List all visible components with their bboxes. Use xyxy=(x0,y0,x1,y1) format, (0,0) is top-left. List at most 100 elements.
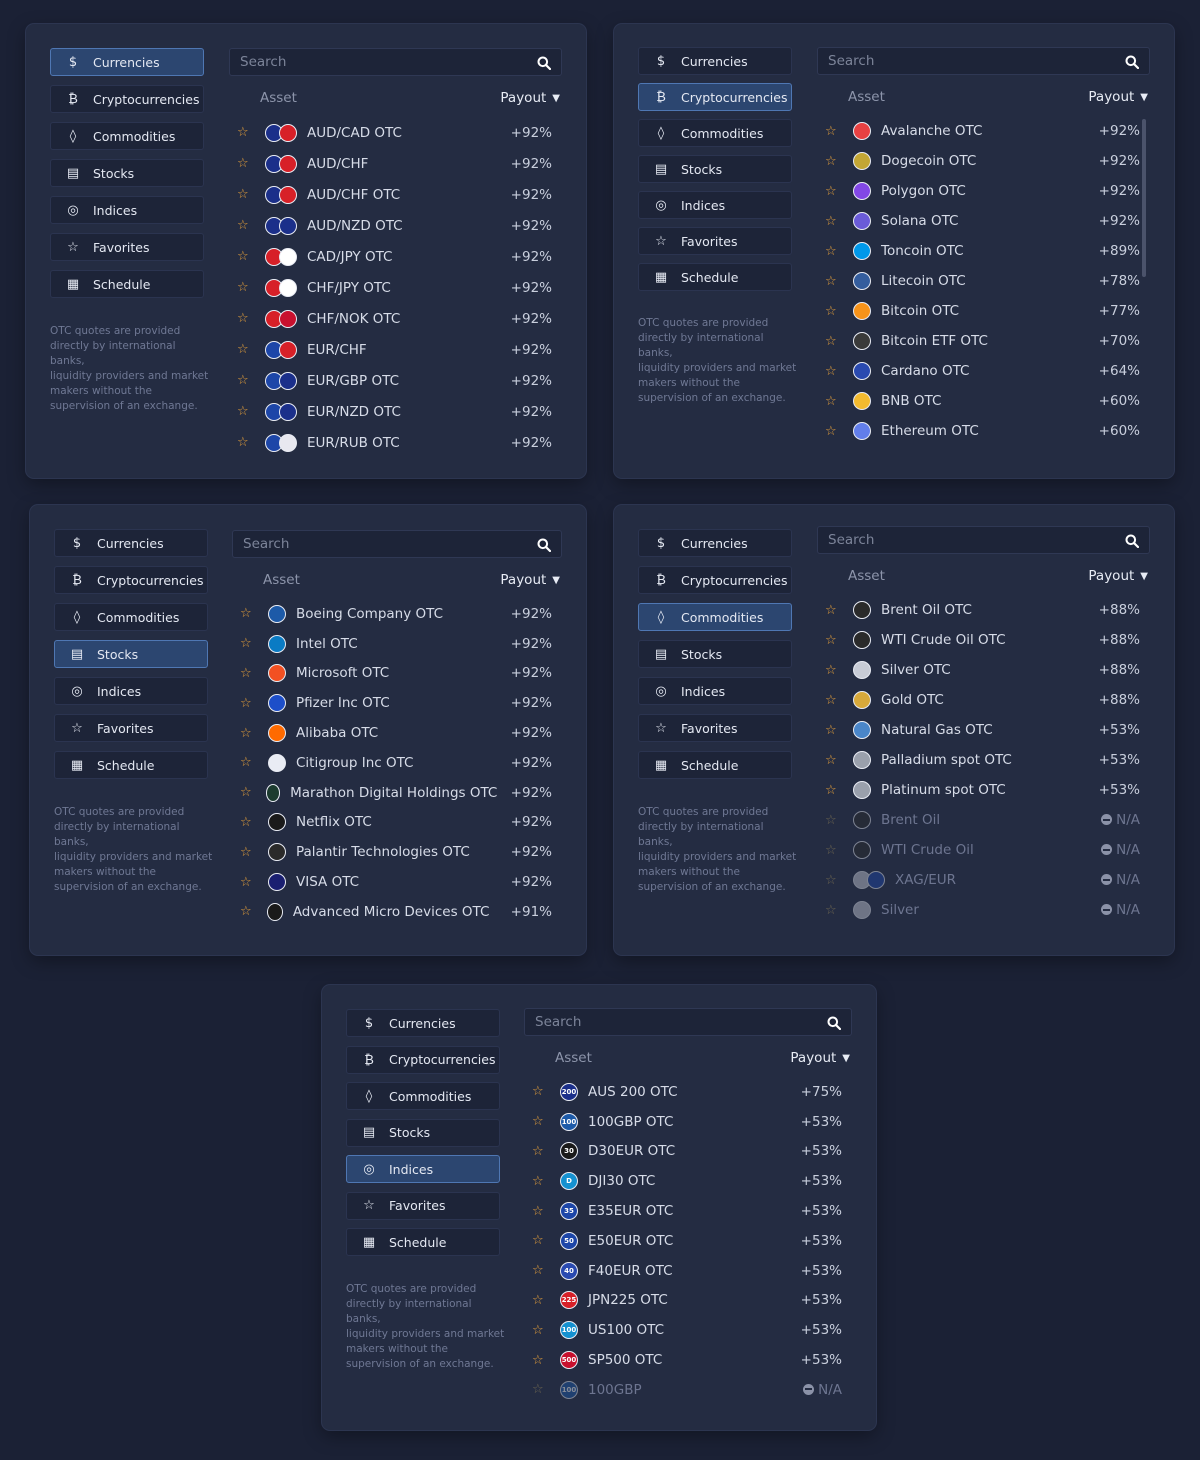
favorite-star-icon[interactable]: ☆ xyxy=(825,843,839,858)
favorite-star-icon[interactable]: ☆ xyxy=(825,903,839,918)
asset-row[interactable]: ☆ Toncoin OTC +89% xyxy=(817,236,1140,266)
asset-row[interactable]: ☆ 500 SP500 OTC +53% xyxy=(524,1345,842,1375)
favorite-star-icon[interactable]: ☆ xyxy=(532,1382,546,1397)
category-indices-button[interactable]: ◎ Indices xyxy=(50,196,204,224)
asset-row[interactable]: ☆ AUD/NZD OTC +92% xyxy=(229,210,552,241)
category-indices-button[interactable]: ◎ Indices xyxy=(638,191,792,219)
category-currencies-button[interactable]: $ Currencies xyxy=(54,529,208,557)
favorite-star-icon[interactable]: ☆ xyxy=(240,636,254,651)
asset-row[interactable]: ☆ 100 US100 OTC +53% xyxy=(524,1315,842,1345)
category-favorites-button[interactable]: ☆ Favorites xyxy=(638,227,792,255)
favorite-star-icon[interactable]: ☆ xyxy=(237,249,251,264)
asset-row[interactable]: ☆ Citigroup Inc OTC +92% xyxy=(232,748,552,778)
category-favorites-button[interactable]: ☆ Favorites xyxy=(50,233,204,261)
asset-row[interactable]: ☆ 200 AUS 200 OTC +75% xyxy=(524,1077,842,1107)
asset-row[interactable]: ☆ XAG/EUR N/A xyxy=(817,865,1140,895)
favorite-star-icon[interactable]: ☆ xyxy=(825,693,839,708)
favorite-star-icon[interactable]: ☆ xyxy=(532,1293,546,1308)
favorite-star-icon[interactable]: ☆ xyxy=(240,606,254,621)
asset-row[interactable]: ☆ Silver N/A xyxy=(817,895,1140,925)
asset-row[interactable]: ☆ WTI Crude Oil N/A xyxy=(817,835,1140,865)
favorite-star-icon[interactable]: ☆ xyxy=(825,184,839,199)
asset-row[interactable]: ☆ Bitcoin ETF OTC +70% xyxy=(817,326,1140,356)
favorite-star-icon[interactable]: ☆ xyxy=(240,815,254,830)
favorite-star-icon[interactable]: ☆ xyxy=(237,156,251,171)
asset-row[interactable]: ☆ 35 E35EUR OTC +53% xyxy=(524,1196,842,1226)
asset-row[interactable]: ☆ D DJI30 OTC +53% xyxy=(524,1166,842,1196)
asset-row[interactable]: ☆ EUR/GBP OTC +92% xyxy=(229,365,552,396)
favorite-star-icon[interactable]: ☆ xyxy=(825,274,839,289)
asset-row[interactable]: ☆ Brent Oil N/A xyxy=(817,805,1140,835)
favorite-star-icon[interactable]: ☆ xyxy=(237,404,251,419)
asset-row[interactable]: ☆ CHF/JPY OTC +92% xyxy=(229,272,552,303)
asset-row[interactable]: ☆ AUD/CAD OTC +92% xyxy=(229,117,552,148)
asset-row[interactable]: ☆ 100 100GBP OTC +53% xyxy=(524,1107,842,1137)
category-commodities-button[interactable]: ◊ Commodities xyxy=(638,119,792,147)
asset-row[interactable]: ☆ EUR/NZD OTC +92% xyxy=(229,396,552,427)
payout-sort-button[interactable]: Payout ▼ xyxy=(1088,89,1148,105)
search-icon[interactable] xyxy=(827,1015,842,1031)
asset-row[interactable]: ☆ Pfizer Inc OTC +92% xyxy=(232,688,552,718)
asset-row[interactable]: ☆ Advanced Micro Devices OTC +91% xyxy=(232,897,552,927)
category-commodities-button[interactable]: ◊ Commodities xyxy=(346,1082,500,1110)
category-cryptocurrencies-button[interactable]: ₿ Cryptocurrencies xyxy=(54,566,208,594)
search-box[interactable] xyxy=(817,47,1150,75)
favorite-star-icon[interactable]: ☆ xyxy=(532,1204,546,1219)
asset-row[interactable]: ☆ 30 D30EUR OTC +53% xyxy=(524,1137,842,1167)
asset-row[interactable]: ☆ Alibaba OTC +92% xyxy=(232,718,552,748)
asset-row[interactable]: ☆ Solana OTC +92% xyxy=(817,206,1140,236)
favorite-star-icon[interactable]: ☆ xyxy=(532,1263,546,1278)
category-schedule-button[interactable]: ▦ Schedule xyxy=(638,263,792,291)
favorite-star-icon[interactable]: ☆ xyxy=(237,342,251,357)
favorite-star-icon[interactable]: ☆ xyxy=(240,696,254,711)
favorite-star-icon[interactable]: ☆ xyxy=(825,364,839,379)
payout-sort-button[interactable]: Payout ▼ xyxy=(500,572,560,588)
favorite-star-icon[interactable]: ☆ xyxy=(240,904,253,919)
favorite-star-icon[interactable]: ☆ xyxy=(237,125,251,140)
category-favorites-button[interactable]: ☆ Favorites xyxy=(638,714,792,742)
category-schedule-button[interactable]: ▦ Schedule xyxy=(50,270,204,298)
favorite-star-icon[interactable]: ☆ xyxy=(532,1144,546,1159)
asset-row[interactable]: ☆ Netflix OTC +92% xyxy=(232,808,552,838)
search-input[interactable] xyxy=(233,531,561,557)
asset-row[interactable]: ☆ Dogecoin OTC +92% xyxy=(817,146,1140,176)
category-cryptocurrencies-button[interactable]: ₿ Cryptocurrencies xyxy=(638,83,792,111)
favorite-star-icon[interactable]: ☆ xyxy=(825,334,839,349)
category-favorites-button[interactable]: ☆ Favorites xyxy=(346,1191,500,1220)
category-indices-button[interactable]: ◎ Indices xyxy=(638,677,792,705)
category-stocks-button[interactable]: ▤ Stocks xyxy=(54,640,208,668)
favorite-star-icon[interactable]: ☆ xyxy=(825,214,839,229)
category-commodities-button[interactable]: ◊ Commodities xyxy=(638,603,792,631)
favorite-star-icon[interactable]: ☆ xyxy=(532,1114,546,1129)
asset-row[interactable]: ☆ WTI Crude Oil OTC +88% xyxy=(817,625,1140,655)
asset-row[interactable]: ☆ AUD/CHF +92% xyxy=(229,148,552,179)
payout-sort-button[interactable]: Payout ▼ xyxy=(1088,568,1148,584)
search-box[interactable] xyxy=(232,530,562,558)
asset-row[interactable]: ☆ 225 JPN225 OTC +53% xyxy=(524,1286,842,1316)
category-schedule-button[interactable]: ▦ Schedule xyxy=(54,751,208,779)
favorite-star-icon[interactable]: ☆ xyxy=(237,311,251,326)
category-cryptocurrencies-button[interactable]: ₿ Cryptocurrencies xyxy=(638,566,792,594)
asset-row[interactable]: ☆ Cardano OTC +64% xyxy=(817,356,1140,386)
category-currencies-button[interactable]: $ Currencies xyxy=(346,1009,500,1037)
asset-row[interactable]: ☆ Gold OTC +88% xyxy=(817,685,1140,715)
favorite-star-icon[interactable]: ☆ xyxy=(825,663,839,678)
asset-row[interactable]: ☆ EUR/RUB OTC +92% xyxy=(229,427,552,458)
asset-row[interactable]: ☆ Litecoin OTC +78% xyxy=(817,266,1140,296)
asset-row[interactable]: ☆ Avalanche OTC +92% xyxy=(817,116,1140,146)
favorite-star-icon[interactable]: ☆ xyxy=(825,603,839,618)
category-commodities-button[interactable]: ◊ Commodities xyxy=(54,603,208,631)
payout-sort-button[interactable]: Payout ▼ xyxy=(500,90,560,106)
favorite-star-icon[interactable]: ☆ xyxy=(240,666,254,681)
category-favorites-button[interactable]: ☆ Favorites xyxy=(54,714,208,742)
favorite-star-icon[interactable]: ☆ xyxy=(825,244,839,259)
asset-row[interactable]: ☆ Brent Oil OTC +88% xyxy=(817,595,1140,625)
favorite-star-icon[interactable]: ☆ xyxy=(532,1233,546,1248)
category-currencies-button[interactable]: $ Currencies xyxy=(50,48,204,76)
asset-row[interactable]: ☆ CAD/JPY OTC +92% xyxy=(229,241,552,272)
favorite-star-icon[interactable]: ☆ xyxy=(532,1323,546,1338)
search-icon[interactable] xyxy=(537,537,552,553)
asset-row[interactable]: ☆ Silver OTC +88% xyxy=(817,655,1140,685)
search-icon[interactable] xyxy=(1125,533,1140,549)
category-currencies-button[interactable]: $ Currencies xyxy=(638,47,792,75)
